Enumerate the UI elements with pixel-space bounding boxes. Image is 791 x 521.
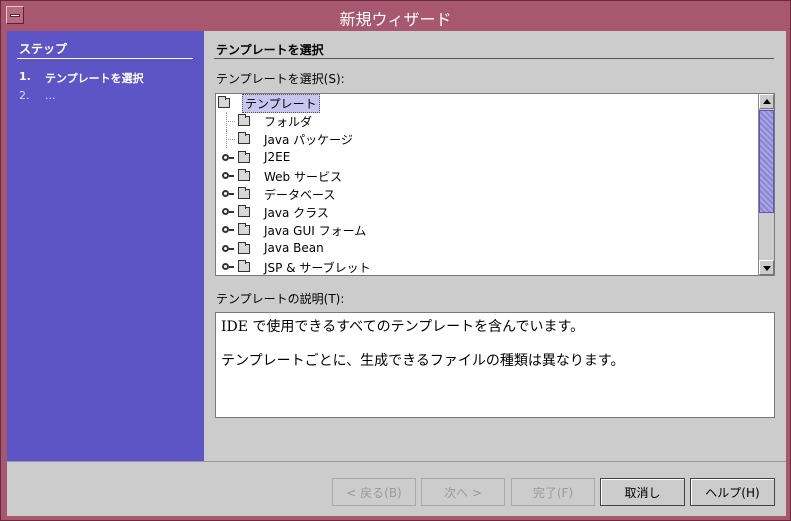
scroll-down-button[interactable] <box>759 260 774 275</box>
arrow-up-icon <box>763 99 771 104</box>
folder-icon <box>238 187 250 199</box>
help-button[interactable]: ヘルプ(H) <box>690 478 775 506</box>
footer-divider <box>7 461 786 462</box>
tree-item-label: Java クラス <box>264 206 329 220</box>
expand-toggle-icon[interactable] <box>222 207 234 216</box>
title-divider <box>214 58 774 59</box>
tree-item[interactable]: フォルダ <box>216 112 758 130</box>
tree-item[interactable]: Java GUI フォーム <box>216 221 758 239</box>
steps-title: ステップ <box>19 42 68 56</box>
finish-button[interactable]: 完了(F) <box>511 478 595 506</box>
open-folder-icon <box>218 96 230 108</box>
tree-item-root[interactable]: テンプレート <box>216 94 758 113</box>
expand-toggle-icon[interactable] <box>222 262 234 271</box>
next-button[interactable]: 次へ > <box>421 478 505 506</box>
step-item-2: 2. ... <box>19 89 56 102</box>
dialog-body: ステップ 1. テンプレートを選択 2. ... テンプレートを選択 テンプレー… <box>7 31 786 516</box>
tree-item[interactable]: Java パッケージ <box>216 130 758 148</box>
cancel-button[interactable]: 取消し <box>600 478 685 506</box>
page-title: テンプレートを選択 <box>216 43 324 57</box>
description-label: テンプレートの説明(T): <box>216 292 345 306</box>
back-button[interactable]: < 戻る(B) <box>332 478 416 506</box>
template-tree[interactable]: テンプレート フォルダ Java パッケージ J2EE Web サービス データベース J… <box>215 93 775 276</box>
description-line-2: テンプレートごとに、生成できるファイルの種類は異なります。 <box>221 353 625 369</box>
tree-items: テンプレート フォルダ Java パッケージ J2EE Web サービス データベース J… <box>216 94 758 275</box>
step-number: 2. <box>19 89 30 102</box>
tree-scrollbar[interactable] <box>758 94 774 275</box>
tree-item-label: Java パッケージ <box>264 133 353 147</box>
step-label: テンプレートを選択 <box>45 72 144 85</box>
tree-item[interactable]: JSP & サーブレット <box>216 258 758 275</box>
tree-item-label: JSP & サーブレット <box>264 261 371 275</box>
folder-icon <box>238 114 250 126</box>
tree-item-label: Java GUI フォーム <box>264 224 367 238</box>
tree-item-label: フォルダ <box>264 115 313 129</box>
tree-item[interactable]: Web サービス <box>216 167 758 185</box>
folder-icon <box>238 260 250 272</box>
tree-item-label: Java Bean <box>264 241 324 255</box>
tree-item[interactable]: J2EE <box>216 149 758 167</box>
step-item-1: 1. テンプレートを選択 <box>19 70 144 86</box>
tree-connector <box>226 121 235 122</box>
description-line-1: IDE で使用できるすべてのテンプレートを含んでいます。 <box>221 319 585 335</box>
arrow-down-icon <box>763 266 771 271</box>
expand-toggle-icon[interactable] <box>222 244 234 253</box>
tree-item[interactable]: Java Bean <box>216 240 758 258</box>
folder-icon <box>238 151 250 163</box>
main-panel: テンプレートを選択 テンプレートを選択(S): テンプレート フォルダ Java … <box>204 31 786 461</box>
expand-toggle-icon[interactable] <box>222 225 234 234</box>
step-number: 1. <box>19 70 31 83</box>
folder-icon <box>238 205 250 217</box>
folder-icon <box>238 242 250 254</box>
scroll-up-button[interactable] <box>759 94 774 109</box>
templates-label: テンプレートを選択(S): <box>216 72 345 86</box>
tree-item[interactable]: データベース <box>216 185 758 203</box>
expand-toggle-icon[interactable] <box>222 171 234 180</box>
scroll-thumb[interactable] <box>759 110 774 213</box>
title-bar[interactable]: 新規ウィザード <box>1 1 790 31</box>
folder-icon <box>238 223 250 235</box>
tree-item-label: Web サービス <box>264 170 342 184</box>
tree-item-label: データベース <box>264 188 336 202</box>
tree-item-label: J2EE <box>264 150 291 164</box>
template-description: IDE で使用できるすべてのテンプレートを含んでいます。 テンプレートごとに、生… <box>215 312 775 418</box>
expand-toggle-icon[interactable] <box>222 189 234 198</box>
steps-panel: ステップ 1. テンプレートを選択 2. ... <box>7 31 204 461</box>
steps-divider <box>17 58 193 59</box>
folder-icon <box>238 169 250 181</box>
folder-icon <box>238 132 250 144</box>
tree-item[interactable]: Java クラス <box>216 203 758 221</box>
tree-connector <box>226 139 235 140</box>
step-label: ... <box>45 89 56 102</box>
expand-toggle-icon[interactable] <box>222 153 234 162</box>
wizard-window: 新規ウィザード ステップ 1. テンプレートを選択 2. ... テンプレートを… <box>0 0 791 521</box>
window-title: 新規ウィザード <box>339 10 452 29</box>
tree-item-label: テンプレート <box>242 94 320 113</box>
